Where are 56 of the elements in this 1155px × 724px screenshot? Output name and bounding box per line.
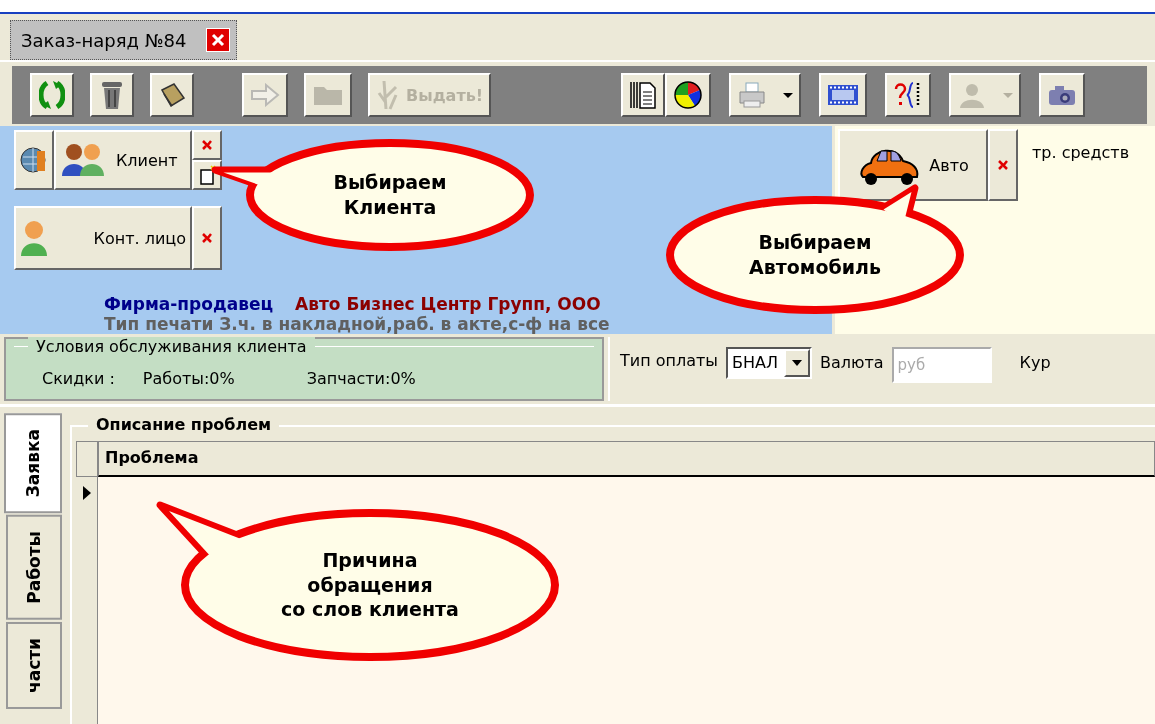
delete-x-icon [997, 159, 1009, 171]
pie-chart-icon [673, 80, 703, 110]
clear-client-button[interactable] [192, 130, 222, 160]
clear-vehicle-button[interactable] [988, 129, 1018, 201]
arrow-right-icon [250, 83, 280, 107]
plant-icon [376, 79, 400, 111]
delete-x-icon [201, 139, 213, 151]
film-button[interactable] [819, 73, 867, 117]
problems-legend: Описание проблем [88, 415, 280, 434]
delete-x-icon [201, 232, 213, 244]
row-pointer-icon [81, 485, 92, 501]
code-button[interactable] [885, 73, 931, 117]
delete-button[interactable] [90, 73, 134, 117]
works-discount: Работы:0% [142, 369, 235, 388]
book-icon [158, 82, 186, 108]
contact-person-button[interactable]: Конт. лицо [14, 206, 192, 270]
callout-text: Выбираем Автомобиль [749, 230, 881, 280]
person-icon [20, 219, 48, 257]
clear-contact-button[interactable] [192, 206, 222, 270]
parts-discount: Запчасти:0% [306, 369, 416, 388]
pie-button[interactable] [665, 73, 711, 117]
documents-icon [629, 80, 657, 110]
globe-icon [19, 145, 49, 175]
column-header[interactable]: Проблема [98, 441, 1155, 477]
callout-text: Причина обращения со слов клиента [281, 547, 459, 623]
side-tab[interactable]: Работы [6, 515, 62, 620]
book-button[interactable] [150, 73, 194, 117]
document-tab[interactable]: Заказ-наряд №84 [10, 20, 238, 60]
pages-button[interactable] [621, 73, 665, 117]
rate-label: Кур [1019, 352, 1051, 372]
camera-button[interactable] [1039, 73, 1085, 117]
payment-type-label: Тип оплаты [620, 350, 718, 370]
side-tab[interactable]: части [6, 621, 62, 709]
print-button[interactable] [729, 73, 801, 117]
vehicle-label: тр. средств [1032, 143, 1130, 162]
client-button[interactable]: Клиент [54, 130, 192, 190]
side-tab[interactable]: Заявка [4, 413, 62, 514]
camera-icon [1047, 83, 1077, 107]
refresh-icon [39, 80, 65, 110]
printer-icon [737, 81, 767, 109]
new-client-button[interactable] [192, 160, 222, 190]
caret-icon [791, 360, 802, 366]
globe-button[interactable] [14, 130, 54, 190]
refresh-button[interactable] [30, 73, 74, 117]
film-strip-icon [827, 83, 859, 107]
seller-info: Фирма-продавец Авто Бизнес Центр Групп, ООО [104, 294, 602, 314]
service-terms-legend: Условия обслуживания клиента [28, 337, 315, 356]
trash-icon [100, 80, 124, 110]
close-icon[interactable] [206, 28, 231, 52]
payment-type-dropdown[interactable]: БНАЛ [725, 347, 812, 379]
new-document-icon [197, 164, 217, 186]
discounts-label: Скидки : [42, 369, 115, 388]
currency-label: Валюта [819, 352, 884, 372]
callout-text: Выбираем Клиента [333, 170, 447, 220]
auto-button[interactable]: Авто [838, 129, 988, 201]
print-type-text: Тип печати З.ч. в накладной,раб. в акте,с-ф на все [104, 314, 611, 334]
